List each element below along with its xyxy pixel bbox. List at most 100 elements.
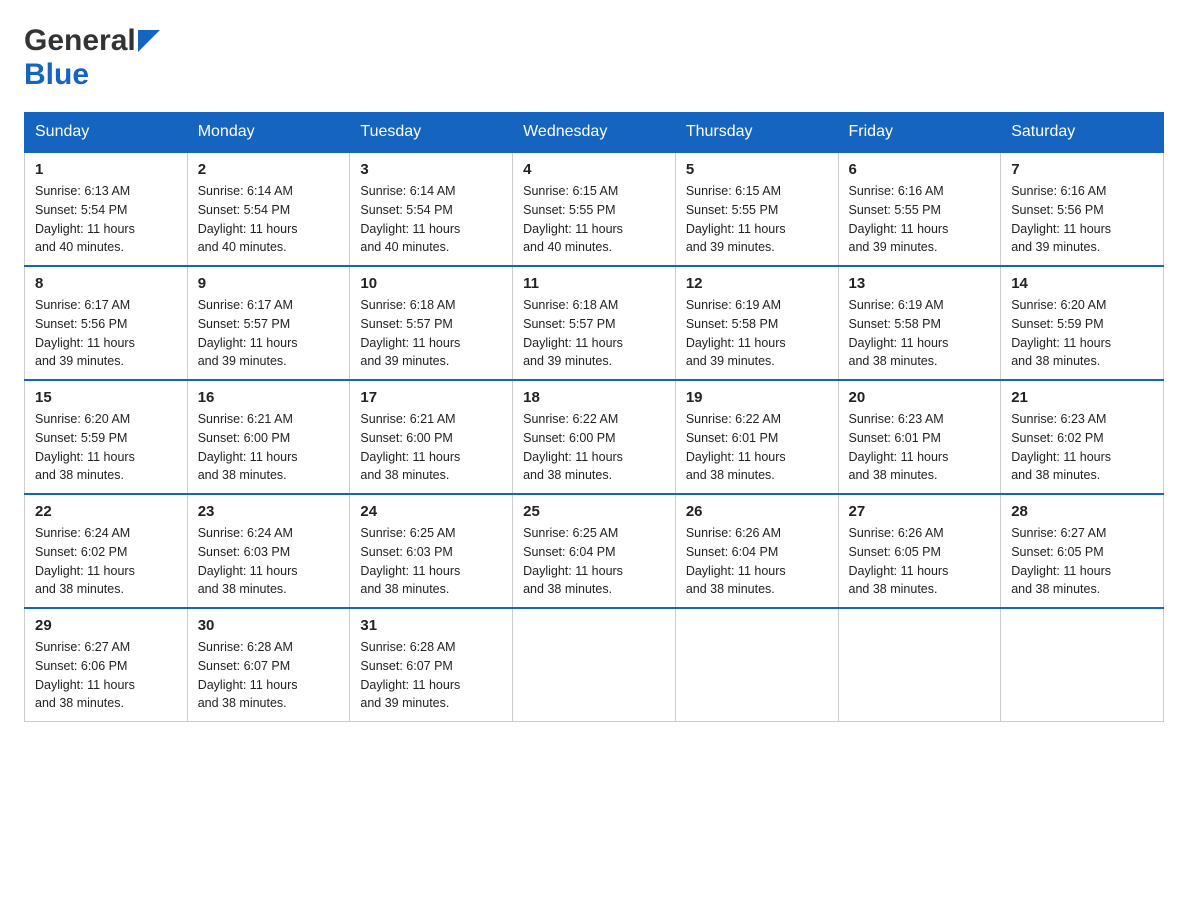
calendar-cell [1001,608,1164,722]
calendar-cell: 16Sunrise: 6:21 AMSunset: 6:00 PMDayligh… [187,380,350,494]
calendar-cell: 1 Sunrise: 6:13 AMSunset: 5:54 PMDaylight… [25,152,188,266]
day-number: 19 [686,389,828,406]
day-info: Sunrise: 6:20 AMSunset: 5:59 PMDaylight:… [35,410,177,485]
day-info: Sunrise: 6:28 AMSunset: 6:07 PMDaylight:… [198,638,340,713]
day-info: Sunrise: 6:20 AMSunset: 5:59 PMDaylight:… [1011,296,1153,371]
day-info: Sunrise: 6:26 AMSunset: 6:04 PMDaylight:… [686,524,828,599]
day-info: Sunrise: 6:28 AMSunset: 6:07 PMDaylight:… [360,638,502,713]
day-info: Sunrise: 6:22 AMSunset: 6:01 PMDaylight:… [686,410,828,485]
day-info: Sunrise: 6:15 AMSunset: 5:55 PMDaylight:… [523,182,665,257]
day-info: Sunrise: 6:16 AMSunset: 5:56 PMDaylight:… [1011,182,1153,257]
day-number: 9 [198,275,340,292]
weekday-header-row: SundayMondayTuesdayWednesdayThursdayFrid… [25,113,1164,153]
page-header: General Blue [24,24,1164,92]
day-info: Sunrise: 6:26 AMSunset: 6:05 PMDaylight:… [849,524,991,599]
calendar-cell: 3 Sunrise: 6:14 AMSunset: 5:54 PMDaylight… [350,152,513,266]
day-number: 2 [198,161,340,178]
calendar-cell [513,608,676,722]
calendar-week-row: 29 Sunrise: 6:27 AMSunset: 6:06 PMDayligh… [25,608,1164,722]
calendar-cell: 4 Sunrise: 6:15 AMSunset: 5:55 PMDaylight… [513,152,676,266]
day-number: 23 [198,503,340,520]
day-info: Sunrise: 6:27 AMSunset: 6:05 PMDaylight:… [1011,524,1153,599]
calendar-cell: 5 Sunrise: 6:15 AMSunset: 5:55 PMDaylight… [675,152,838,266]
day-info: Sunrise: 6:14 AMSunset: 5:54 PMDaylight:… [360,182,502,257]
day-info: Sunrise: 6:24 AMSunset: 6:03 PMDaylight:… [198,524,340,599]
day-info: Sunrise: 6:27 AMSunset: 6:06 PMDaylight:… [35,638,177,713]
day-info: Sunrise: 6:19 AMSunset: 5:58 PMDaylight:… [686,296,828,371]
day-number: 6 [849,161,991,178]
calendar-cell: 8 Sunrise: 6:17 AMSunset: 5:56 PMDaylight… [25,266,188,380]
weekday-header-thursday: Thursday [675,113,838,153]
day-number: 17 [360,389,502,406]
day-number: 4 [523,161,665,178]
day-number: 13 [849,275,991,292]
day-number: 3 [360,161,502,178]
day-number: 27 [849,503,991,520]
day-info: Sunrise: 6:17 AMSunset: 5:56 PMDaylight:… [35,296,177,371]
day-info: Sunrise: 6:13 AMSunset: 5:54 PMDaylight:… [35,182,177,257]
calendar-cell: 29 Sunrise: 6:27 AMSunset: 6:06 PMDayligh… [25,608,188,722]
weekday-header-tuesday: Tuesday [350,113,513,153]
day-info: Sunrise: 6:19 AMSunset: 5:58 PMDaylight:… [849,296,991,371]
calendar-week-row: 1 Sunrise: 6:13 AMSunset: 5:54 PMDaylight… [25,152,1164,266]
day-number: 5 [686,161,828,178]
day-number: 16 [198,389,340,406]
day-number: 18 [523,389,665,406]
day-info: Sunrise: 6:23 AMSunset: 6:02 PMDaylight:… [1011,410,1153,485]
calendar-cell: 10 Sunrise: 6:18 AMSunset: 5:57 PMDayligh… [350,266,513,380]
day-number: 15 [35,389,177,406]
calendar-week-row: 22 Sunrise: 6:24 AMSunset: 6:02 PMDayligh… [25,494,1164,608]
day-number: 14 [1011,275,1153,292]
day-info: Sunrise: 6:21 AMSunset: 6:00 PMDaylight:… [360,410,502,485]
day-info: Sunrise: 6:25 AMSunset: 6:04 PMDaylight:… [523,524,665,599]
calendar-cell: 6 Sunrise: 6:16 AMSunset: 5:55 PMDaylight… [838,152,1001,266]
day-info: Sunrise: 6:18 AMSunset: 5:57 PMDaylight:… [523,296,665,371]
day-info: Sunrise: 6:16 AMSunset: 5:55 PMDaylight:… [849,182,991,257]
calendar-cell: 14 Sunrise: 6:20 AMSunset: 5:59 PMDayligh… [1001,266,1164,380]
calendar-cell: 26Sunrise: 6:26 AMSunset: 6:04 PMDayligh… [675,494,838,608]
day-number: 22 [35,503,177,520]
logo-blue-text: Blue [24,58,89,91]
day-number: 28 [1011,503,1153,520]
calendar-cell: 18 Sunrise: 6:22 AMSunset: 6:00 PMDayligh… [513,380,676,494]
day-info: Sunrise: 6:18 AMSunset: 5:57 PMDaylight:… [360,296,502,371]
day-info: Sunrise: 6:14 AMSunset: 5:54 PMDaylight:… [198,182,340,257]
day-number: 21 [1011,389,1153,406]
day-info: Sunrise: 6:17 AMSunset: 5:57 PMDaylight:… [198,296,340,371]
logo-arrow-icon [138,30,160,57]
logo-general-text: General [24,24,136,58]
calendar-cell: 2 Sunrise: 6:14 AMSunset: 5:54 PMDaylight… [187,152,350,266]
day-number: 12 [686,275,828,292]
calendar-cell: 9 Sunrise: 6:17 AMSunset: 5:57 PMDaylight… [187,266,350,380]
calendar-cell: 15 Sunrise: 6:20 AMSunset: 5:59 PMDayligh… [25,380,188,494]
day-number: 1 [35,161,177,178]
weekday-header-wednesday: Wednesday [513,113,676,153]
calendar-cell [838,608,1001,722]
day-info: Sunrise: 6:23 AMSunset: 6:01 PMDaylight:… [849,410,991,485]
day-number: 29 [35,617,177,634]
calendar-cell: 11Sunrise: 6:18 AMSunset: 5:57 PMDayligh… [513,266,676,380]
day-info: Sunrise: 6:22 AMSunset: 6:00 PMDaylight:… [523,410,665,485]
calendar-cell: 30Sunrise: 6:28 AMSunset: 6:07 PMDayligh… [187,608,350,722]
day-info: Sunrise: 6:24 AMSunset: 6:02 PMDaylight:… [35,524,177,599]
day-number: 10 [360,275,502,292]
weekday-header-monday: Monday [187,113,350,153]
weekday-header-sunday: Sunday [25,113,188,153]
day-info: Sunrise: 6:15 AMSunset: 5:55 PMDaylight:… [686,182,828,257]
calendar-cell: 12 Sunrise: 6:19 AMSunset: 5:58 PMDayligh… [675,266,838,380]
day-number: 8 [35,275,177,292]
calendar-cell: 28 Sunrise: 6:27 AMSunset: 6:05 PMDayligh… [1001,494,1164,608]
calendar-cell [675,608,838,722]
calendar-cell: 27 Sunrise: 6:26 AMSunset: 6:05 PMDayligh… [838,494,1001,608]
logo: General Blue [24,24,160,92]
calendar-cell: 23 Sunrise: 6:24 AMSunset: 6:03 PMDayligh… [187,494,350,608]
calendar-cell: 21 Sunrise: 6:23 AMSunset: 6:02 PMDayligh… [1001,380,1164,494]
calendar-cell: 17 Sunrise: 6:21 AMSunset: 6:00 PMDayligh… [350,380,513,494]
calendar-cell: 31 Sunrise: 6:28 AMSunset: 6:07 PMDayligh… [350,608,513,722]
day-info: Sunrise: 6:25 AMSunset: 6:03 PMDaylight:… [360,524,502,599]
day-number: 25 [523,503,665,520]
calendar-cell: 20Sunrise: 6:23 AMSunset: 6:01 PMDayligh… [838,380,1001,494]
day-number: 31 [360,617,502,634]
calendar-cell: 13 Sunrise: 6:19 AMSunset: 5:58 PMDayligh… [838,266,1001,380]
day-number: 7 [1011,161,1153,178]
